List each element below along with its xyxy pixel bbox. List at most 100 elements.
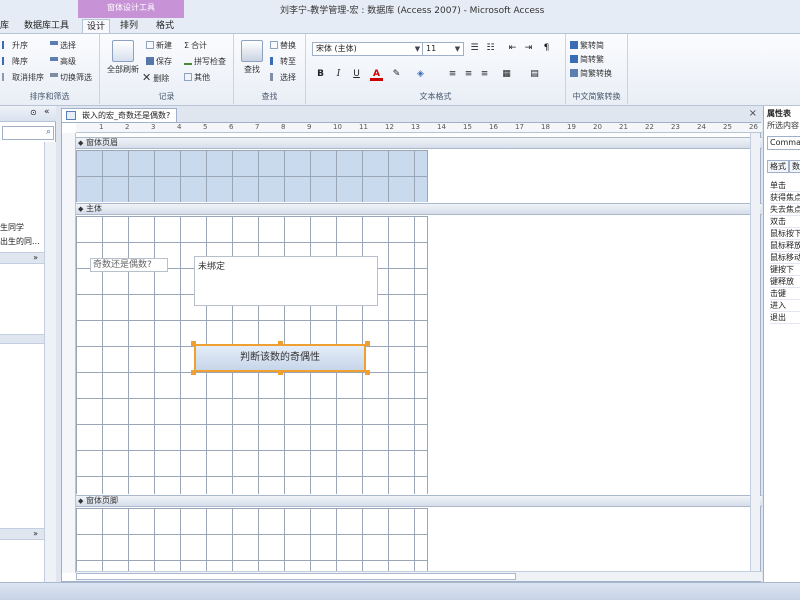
resize-handle[interactable]	[365, 370, 370, 375]
font-color-button[interactable]: A	[370, 68, 383, 81]
resize-handle[interactable]	[365, 341, 370, 346]
advanced-label: 高级	[60, 57, 76, 66]
property-row[interactable]: 击键	[770, 288, 800, 300]
document-tab[interactable]: 嵌入的宏_奇数还是偶数?	[61, 108, 178, 122]
underline-button[interactable]: U	[350, 68, 363, 81]
ruler-number: 24	[697, 123, 706, 131]
tab-library[interactable]: 库	[0, 19, 9, 34]
fill-color-button[interactable]: ◈	[414, 68, 427, 81]
property-row[interactable]: 键按下	[770, 264, 800, 276]
goto-arrow-icon	[270, 57, 278, 65]
nav-group-header[interactable]: »	[0, 252, 44, 264]
align-center-button[interactable]: ≡	[462, 68, 475, 81]
totals-button[interactable]: Σ 合计	[184, 40, 207, 52]
property-row[interactable]: 鼠标释放	[770, 240, 800, 252]
control-selector[interactable]: Comma	[767, 136, 800, 150]
bold-button[interactable]: B	[314, 68, 327, 81]
italic-button[interactable]: I	[332, 68, 345, 81]
resize-handle[interactable]	[278, 341, 283, 346]
horizontal-scroll-thumb[interactable]	[76, 573, 516, 580]
nav-item[interactable]: 出生的同...	[0, 236, 40, 247]
spelling-check-icon	[184, 57, 192, 65]
select-button[interactable]: 选择	[270, 72, 296, 84]
gridlines-button[interactable]: ▦	[500, 68, 513, 81]
find-button[interactable]: 查找	[238, 40, 266, 75]
new-record-button[interactable]: 新建	[146, 40, 172, 52]
canvas-vertical-scrollbar[interactable]	[750, 133, 760, 573]
group-text-format: 宋体 (主体) ▼ 11 ▼ ☰ ☷ ⇤ ⇥ ¶ B I U A ✎ ◈ ≡ ≡…	[306, 34, 566, 104]
section-bar-form-footer[interactable]: ◆ 窗体页脚	[76, 495, 762, 507]
navigation-search-input[interactable]: ⌕	[2, 126, 54, 140]
new-label: 新建	[156, 41, 172, 50]
toggle-filter-button[interactable]: 切换筛选	[50, 72, 92, 84]
property-row[interactable]: 键释放	[770, 276, 800, 288]
property-row[interactable]: 获得焦点	[770, 192, 800, 204]
delete-record-button[interactable]: ✕ 删除	[142, 72, 169, 84]
refresh-all-button[interactable]: 全部刷新	[104, 40, 142, 75]
tab-database-tools[interactable]: 数据库工具	[24, 19, 69, 34]
increase-indent-button[interactable]: ⇥	[522, 42, 535, 55]
bullets-button[interactable]: ☰	[468, 42, 481, 55]
tab-arrange[interactable]: 排列	[120, 19, 138, 34]
more-records-button[interactable]: 其他	[184, 72, 210, 84]
tab-data-properties[interactable]: 数据	[789, 160, 800, 173]
unbound-textbox[interactable]: 未绑定	[194, 256, 378, 306]
property-row[interactable]: 进入	[770, 300, 800, 312]
resize-handle[interactable]	[278, 370, 283, 375]
spelling-button[interactable]: 拼写检查	[184, 56, 226, 68]
alternate-fill-button[interactable]: ▤	[528, 68, 541, 81]
resize-handle[interactable]	[191, 341, 196, 346]
group-find: 查找 替换 转至 选择 查找	[234, 34, 306, 104]
goto-button[interactable]: 转至	[270, 56, 296, 68]
font-name-select[interactable]: 宋体 (主体) ▼	[312, 42, 424, 56]
highlight-color-button[interactable]: ✎	[390, 68, 403, 81]
simplified-to-traditional-button[interactable]: 简转繁	[570, 54, 604, 66]
sort-descending-button[interactable]: 降序	[2, 56, 28, 68]
convert-icon	[570, 69, 578, 77]
ruler-numbers: 1 2 3 4 5 6 7 8 9 10 11 12 13 14 15 16 17 18 19 20 21 22 23 24 2…	[76, 123, 762, 133]
navigation-pane-header: ⊙ «	[0, 106, 56, 122]
highlighter-icon: ✎	[392, 69, 401, 79]
resize-handle[interactable]	[191, 370, 196, 375]
canvas-horizontal-scrollbar[interactable]	[76, 571, 762, 581]
property-row[interactable]: 退出	[770, 312, 800, 324]
text-direction-button[interactable]: ¶	[540, 42, 553, 55]
detail-grid[interactable]: 奇数还是偶数? 未绑定 判断该数的奇偶性	[76, 216, 428, 494]
property-row[interactable]: 鼠标移动	[770, 252, 800, 264]
property-row[interactable]: 双击	[770, 216, 800, 228]
nav-group-divider	[0, 334, 44, 344]
odd-even-label[interactable]: 奇数还是偶数?	[90, 258, 168, 272]
font-size-select[interactable]: 11 ▼	[422, 42, 464, 56]
numbering-button[interactable]: ☷	[484, 42, 497, 55]
chevron-down-icon[interactable]: ⊙	[30, 108, 37, 117]
nav-scrollbar[interactable]	[44, 142, 56, 582]
section-bar-detail[interactable]: ◆ 主体	[76, 203, 762, 215]
tab-format-properties[interactable]: 格式	[767, 160, 789, 173]
nav-item[interactable]: 生同学	[0, 222, 24, 233]
selection-filter-button[interactable]: 选择	[50, 40, 76, 52]
check-parity-button[interactable]: 判断该数的奇偶性	[194, 344, 366, 372]
replace-button[interactable]: 替换	[270, 40, 296, 52]
section-bar-form-header[interactable]: ◆ 窗体页眉	[76, 137, 762, 149]
align-right-button[interactable]: ≡	[478, 68, 491, 81]
tab-format[interactable]: 格式	[156, 19, 174, 34]
save-record-button[interactable]: 保存	[146, 56, 172, 68]
t2s-label: 繁转简	[580, 41, 604, 50]
traditional-to-simplified-button[interactable]: 繁转简	[570, 40, 604, 52]
tab-design[interactable]: 设计	[82, 19, 111, 34]
property-row[interactable]: 单击	[770, 180, 800, 192]
property-row[interactable]: 鼠标按下	[770, 228, 800, 240]
sort-ascending-button[interactable]: 升序	[2, 40, 28, 52]
decrease-indent-button[interactable]: ⇤	[506, 42, 519, 55]
close-icon[interactable]: ×	[749, 108, 757, 119]
align-left-button[interactable]: ≡	[446, 68, 459, 81]
form-header-grid[interactable]	[76, 150, 428, 202]
property-row[interactable]: 失去焦点	[770, 204, 800, 216]
nav-group-header-bottom[interactable]: »	[0, 528, 44, 540]
ruler-number: 18	[541, 123, 550, 131]
advanced-filter-button[interactable]: 高级	[50, 56, 76, 68]
chinese-convert-button[interactable]: 简繁转换	[570, 68, 612, 80]
form-footer-grid[interactable]	[76, 508, 428, 572]
remove-sort-button[interactable]: 取消排序	[2, 72, 44, 84]
collapse-pane-icon[interactable]: «	[44, 107, 50, 117]
